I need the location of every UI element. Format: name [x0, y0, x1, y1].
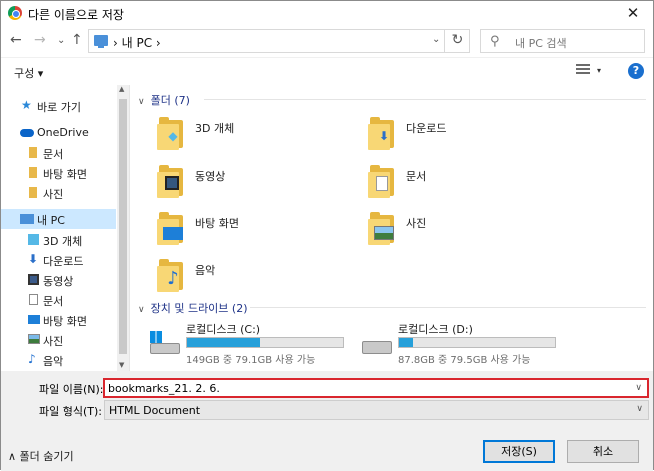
scroll-down-icon[interactable]: ▼	[119, 361, 124, 369]
sidebar-item-downloads[interactable]: ⬇ 다운로드	[1, 250, 116, 270]
save-as-dialog: 다른 이름으로 저장 ✕ ← → ⌄ ↑ › 내 PC › ⌄ ↻ ⚲ 내 PC…	[0, 0, 654, 471]
sidebar-item-onedrive-pictures[interactable]: 사진	[1, 183, 116, 203]
folder-tile-videos[interactable]: 동영상	[157, 162, 357, 206]
folder-icon	[29, 187, 37, 198]
cancel-button[interactable]: 취소	[567, 440, 639, 463]
up-button[interactable]: ↑	[71, 31, 83, 49]
pc-icon	[94, 35, 108, 48]
forward-button[interactable]: →	[34, 31, 46, 49]
drive-icon	[362, 331, 394, 355]
sidebar-item-3d-objects[interactable]: 3D 개체	[1, 230, 116, 250]
back-button[interactable]: ←	[10, 31, 22, 49]
sidebar-item-quick-access[interactable]: ★ 바로 가기	[1, 96, 116, 116]
scrollbar-thumb[interactable]	[119, 99, 127, 354]
view-dropdown-icon[interactable]: ▾	[597, 66, 601, 75]
folder-icon	[29, 167, 37, 178]
navigation-pane: ★ 바로 가기 OneDrive 문서 바탕 화면 사진 내 PC 3D 개체	[1, 85, 129, 371]
download-icon: ⬇	[28, 252, 39, 266]
breadcrumb[interactable]: › 내 PC ›	[113, 34, 161, 51]
sidebar-item-onedrive[interactable]: OneDrive	[1, 123, 116, 143]
save-button[interactable]: 저장(S)	[483, 440, 555, 463]
drive-usage-bar	[186, 337, 344, 348]
chevron-down-icon[interactable]: ∨	[138, 97, 145, 107]
picture-folder-icon	[368, 209, 396, 245]
filetype-value: HTML Document	[109, 404, 201, 417]
star-icon: ★	[21, 98, 32, 112]
desktop-icon	[28, 315, 40, 324]
folder-tile-pictures[interactable]: 사진	[368, 209, 568, 253]
command-bar: 구성 ▾ ▾ ?	[1, 57, 653, 85]
folder-tile-desktop[interactable]: 바탕 화면	[157, 209, 357, 253]
download-folder-icon: ⬇	[368, 114, 396, 150]
title-bar: 다른 이름으로 저장 ✕	[1, 1, 653, 25]
hide-folders-button[interactable]: ∧ 폴더 숨기기	[8, 448, 74, 464]
refresh-button[interactable]: ↻	[444, 29, 470, 53]
sidebar-item-documents[interactable]: 문서	[1, 290, 116, 310]
sidebar-item-music[interactable]: ♪ 음악	[1, 350, 116, 370]
cloud-icon	[20, 129, 34, 137]
section-divider	[250, 307, 646, 308]
cube-icon	[28, 234, 39, 245]
sidebar-item-onedrive-desktop[interactable]: 바탕 화면	[1, 163, 116, 183]
address-bar[interactable]: › 내 PC › ⌄	[88, 29, 470, 53]
video-folder-icon	[157, 162, 185, 198]
help-button[interactable]: ?	[628, 63, 644, 79]
filename-value[interactable]: bookmarks_21. 2. 6.	[108, 382, 220, 395]
window-title: 다른 이름으로 저장	[28, 8, 124, 22]
chevron-down-icon[interactable]: ⌄	[432, 34, 440, 45]
sidebar-item-videos[interactable]: 동영상	[1, 270, 116, 290]
recent-locations-button[interactable]: ⌄	[57, 32, 65, 50]
filename-label: 파일 이름(N):	[39, 383, 104, 396]
windows-drive-icon	[150, 331, 182, 355]
chrome-icon	[8, 6, 22, 20]
pc-icon	[20, 214, 34, 224]
drive-tile-c[interactable]: 로컬디스크 (C:) 149GB 중 79.1GB 사용 가능	[150, 321, 360, 366]
view-options-icon[interactable]	[576, 64, 590, 77]
section-divider	[204, 99, 646, 100]
search-box[interactable]: ⚲ 내 PC 검색	[480, 29, 645, 53]
picture-icon	[28, 334, 40, 344]
drives-section-header[interactable]: ∨ 장치 및 드라이브 (2)	[138, 300, 646, 316]
sidebar-item-pictures[interactable]: 사진	[1, 330, 116, 350]
scroll-up-icon[interactable]: ▲	[119, 85, 124, 93]
folder-tile-documents[interactable]: 문서	[368, 162, 568, 206]
drive-usage-bar	[398, 337, 556, 348]
file-list-pane: ∨ 폴더 (7) ◆ 3D 개체 ⬇ 다운로드 동영상 문서 바탕 화면 사진 ♪	[129, 85, 653, 371]
filetype-label: 파일 형식(T):	[39, 405, 102, 418]
drive-tile-d[interactable]: 로컬디스크 (D:) 87.8GB 중 79.5GB 사용 가능	[362, 321, 572, 366]
music-folder-icon: ♪	[157, 256, 185, 292]
sidebar-item-onedrive-documents[interactable]: 문서	[1, 143, 116, 163]
close-button[interactable]: ✕	[619, 3, 647, 23]
document-folder-icon	[368, 162, 396, 198]
folder-icon	[29, 147, 37, 158]
cube-folder-icon: ◆	[157, 114, 185, 150]
folders-section-header[interactable]: ∨ 폴더 (7)	[138, 92, 646, 108]
filetype-select[interactable]: HTML Document ∨	[104, 400, 649, 420]
filename-field[interactable]: bookmarks_21. 2. 6. ∨	[103, 378, 649, 398]
desktop-folder-icon	[157, 209, 185, 245]
chevron-down-icon[interactable]: ∨	[138, 305, 145, 315]
sidebar-item-desktop[interactable]: 바탕 화면	[1, 310, 116, 330]
sidebar-item-this-pc[interactable]: 내 PC	[1, 209, 116, 229]
sidebar-scrollbar[interactable]: ▲ ▼	[117, 85, 129, 371]
folder-tile-3d-objects[interactable]: ◆ 3D 개체	[157, 114, 357, 158]
video-icon	[28, 274, 39, 285]
search-icon: ⚲	[490, 34, 500, 49]
music-icon: ♪	[28, 352, 36, 366]
document-icon	[29, 294, 38, 305]
chevron-down-icon[interactable]: ∨	[636, 404, 643, 414]
organize-button[interactable]: 구성 ▾	[14, 65, 43, 81]
search-input[interactable]: 내 PC 검색	[515, 35, 567, 51]
chevron-down-icon[interactable]: ∨	[635, 383, 642, 393]
folder-tile-music[interactable]: ♪ 음악	[157, 256, 357, 300]
navigation-bar: ← → ⌄ ↑ › 내 PC › ⌄ ↻ ⚲ 내 PC 검색	[1, 25, 653, 57]
folder-tile-downloads[interactable]: ⬇ 다운로드	[368, 114, 568, 158]
save-options-panel: 파일 이름(N): bookmarks_21. 2. 6. ∨ 파일 형식(T)…	[1, 371, 653, 471]
